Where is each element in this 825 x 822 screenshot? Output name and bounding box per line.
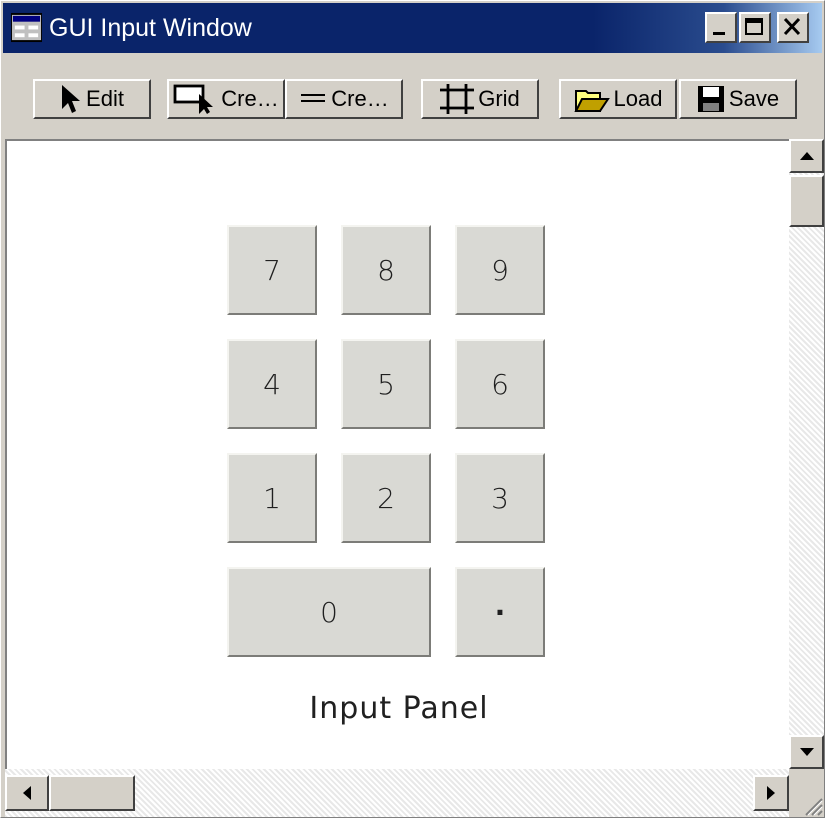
create-list-label: Cre… (331, 86, 389, 111)
arrow-right-icon (767, 786, 775, 800)
minimize-button[interactable] (705, 12, 737, 43)
vertical-scroll-thumb[interactable] (789, 175, 824, 227)
pointer-arrow-icon (62, 85, 81, 113)
close-icon (783, 17, 801, 36)
resize-grip-icon (805, 798, 823, 816)
key-decimal[interactable]: · (455, 567, 545, 657)
arrow-down-icon (799, 748, 814, 756)
open-folder-icon (573, 90, 610, 112)
grid-icon (440, 84, 475, 114)
key-7[interactable]: 7 (227, 225, 317, 315)
resize-grip[interactable] (789, 769, 824, 817)
key-1[interactable]: 1 (227, 453, 317, 543)
scroll-right-button[interactable] (753, 775, 789, 811)
arrow-left-icon (23, 786, 31, 800)
lines-icon (301, 94, 326, 102)
app-window-icon (11, 12, 42, 43)
arrow-up-icon (799, 152, 814, 160)
input-panel-canvas[interactable]: 7 8 9 4 5 6 1 2 3 0 · Input Panel (5, 139, 789, 769)
floppy-disk-icon (697, 86, 724, 112)
scroll-up-button[interactable] (789, 139, 824, 173)
key-9[interactable]: 9 (455, 225, 545, 315)
toolbar: Edit Cre… Cre… Grid Load Save (3, 55, 822, 141)
create-frame-icon (173, 84, 214, 114)
key-4[interactable]: 4 (227, 339, 317, 429)
grid-button[interactable]: Grid (421, 79, 539, 119)
create-list-button[interactable]: Cre… (285, 79, 403, 119)
key-2[interactable]: 2 (341, 453, 431, 543)
key-5[interactable]: 5 (341, 339, 431, 429)
save-label: Save (728, 86, 780, 111)
save-button[interactable]: Save (679, 79, 797, 119)
scroll-left-button[interactable] (5, 775, 49, 811)
key-0[interactable]: 0 (227, 567, 431, 657)
key-3[interactable]: 3 (455, 453, 545, 543)
create-button[interactable]: Cre… (167, 79, 285, 119)
minimize-icon (713, 32, 725, 35)
create-label: Cre… (221, 86, 279, 111)
edit-label: Edit (86, 86, 124, 111)
key-8[interactable]: 8 (341, 225, 431, 315)
grid-label: Grid (478, 86, 520, 111)
horizontal-scroll-thumb[interactable] (49, 775, 135, 811)
scroll-down-button[interactable] (789, 735, 824, 769)
edit-button[interactable]: Edit (33, 79, 151, 119)
panel-label: Input Panel (309, 691, 489, 726)
key-6[interactable]: 6 (455, 339, 545, 429)
close-button[interactable] (777, 12, 809, 43)
gui-input-window: GUI Input Window Edit Cre… Cre… Grid Loa… (0, 0, 825, 818)
load-label: Load (613, 86, 663, 111)
maximize-icon (745, 18, 763, 35)
window-title: GUI Input Window (49, 14, 252, 42)
maximize-button[interactable] (739, 12, 771, 43)
vertical-scrollbar[interactable] (789, 139, 824, 769)
horizontal-scrollbar[interactable] (5, 769, 789, 817)
title-bar[interactable]: GUI Input Window (3, 3, 822, 53)
load-button[interactable]: Load (559, 79, 677, 119)
